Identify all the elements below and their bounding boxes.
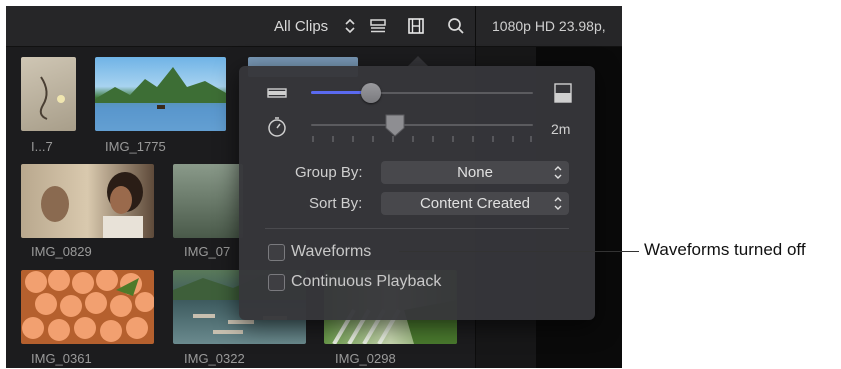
list-view-icon[interactable]	[368, 16, 388, 36]
sort-by-select[interactable]: Content Created	[381, 192, 569, 215]
format-label: 1080p HD 23.98p,	[492, 18, 606, 34]
clips-filter-menu[interactable]: All Clips	[274, 18, 328, 35]
waveforms-checkbox[interactable]	[268, 244, 285, 261]
callout-line	[399, 251, 639, 252]
browser-toolbar: All Clips 1080p HD 23.98p,	[6, 6, 622, 47]
clip-label: IMG_07	[184, 244, 231, 259]
landscape-photo-image	[95, 67, 226, 131]
portrait-photo-image	[41, 172, 143, 238]
clip-zoom-track[interactable]	[311, 124, 533, 126]
updown-chevron-icon	[554, 166, 562, 179]
updown-chevron-icon[interactable]	[340, 16, 360, 36]
clip-label: IMG_0322	[184, 351, 245, 366]
clip-zoom-ticks	[312, 136, 532, 142]
callout-label: Waveforms turned off	[644, 240, 806, 259]
clip-label: I...7	[31, 139, 53, 154]
search-icon[interactable]	[446, 16, 466, 36]
small-clip-height-icon	[267, 88, 287, 98]
waveforms-label: Waveforms	[291, 243, 372, 260]
popover-caret	[408, 56, 428, 66]
clip-thumbnail[interactable]	[21, 164, 154, 238]
cable-photo-image	[39, 76, 65, 120]
continuous-playback-label: Continuous Playback	[291, 273, 442, 290]
clip-label: IMG_0361	[31, 351, 92, 366]
clip-zoom-value: 2m	[551, 121, 571, 137]
clip-thumbnail[interactable]	[21, 270, 154, 344]
large-clip-height-icon	[554, 83, 572, 103]
popover-separator	[265, 228, 569, 229]
continuous-playback-checkbox[interactable]	[268, 274, 285, 291]
clip-label: IMG_1775	[105, 139, 166, 154]
clip-zoom-slider-knob[interactable]	[385, 114, 405, 138]
clip-thumbnail[interactable]	[21, 57, 76, 131]
updown-chevron-icon	[554, 197, 562, 210]
clip-label: IMG_0298	[335, 351, 396, 366]
clip-height-slider-knob[interactable]	[360, 83, 381, 103]
group-by-label: Group By:	[295, 164, 363, 181]
filmstrip-icon[interactable]	[406, 16, 426, 36]
clip-appearance-popover: 2m Group By: None Sort By: Content Creat…	[239, 66, 595, 320]
peaches-photo-image	[22, 270, 154, 342]
stopwatch-icon	[268, 117, 286, 137]
clip-label: IMG_0829	[31, 244, 92, 259]
group-by-select[interactable]: None	[381, 161, 569, 184]
clip-thumbnail[interactable]	[173, 164, 243, 238]
sort-by-value: Content Created	[419, 195, 531, 212]
sort-by-label: Sort By:	[309, 195, 363, 212]
clip-thumbnail[interactable]	[95, 57, 226, 131]
group-by-value: None	[457, 164, 493, 181]
